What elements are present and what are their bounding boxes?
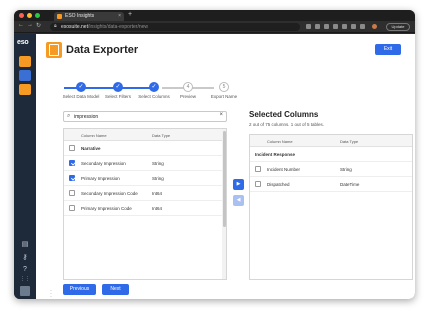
step-2-marker[interactable]: ✓	[113, 82, 123, 92]
column-name-header: Column Name	[267, 139, 293, 144]
book-icon[interactable]: ▤	[20, 240, 30, 248]
group-label: Narrative	[81, 146, 101, 151]
new-tab-icon[interactable]: +	[128, 11, 132, 18]
extension-icon[interactable]	[342, 24, 347, 29]
extension-icon[interactable]	[333, 24, 338, 29]
column-name: Secondary Impression	[81, 161, 126, 166]
step-1-label: Select Data Model	[62, 94, 100, 99]
key-icon[interactable]: ⚷	[20, 253, 30, 261]
browser-window: ESO Insights × + ← → ↻ 🔒︎ esosuite.net/i…	[14, 10, 415, 299]
row-checkbox[interactable]	[69, 175, 75, 181]
group-label: Incident Response	[255, 152, 296, 157]
table-row[interactable]: Secondary Impression String	[64, 156, 222, 171]
group-row-incident-response: Incident Response	[250, 147, 412, 162]
favicon-icon	[57, 14, 62, 19]
tab-close-icon[interactable]: ×	[118, 13, 121, 19]
tab-title: ESO Insights	[65, 13, 95, 19]
grid-icon[interactable]: ⋮⋮	[20, 276, 30, 282]
scrollbar[interactable]	[222, 129, 226, 279]
close-window-icon[interactable]	[19, 13, 24, 18]
table-row[interactable]: Incident Number String	[250, 162, 412, 177]
clear-search-icon[interactable]: ×	[219, 112, 223, 118]
column-name: Primary Impression	[81, 176, 120, 181]
remove-columns-button[interactable]: ◀	[233, 195, 244, 206]
update-button[interactable]: Update	[386, 23, 410, 31]
available-list-header: Column Name Data Type	[64, 129, 222, 141]
row-checkbox[interactable]	[69, 190, 75, 196]
selected-columns-summary: 2 out of 75 columns. 1 out of 5 tables.	[249, 122, 325, 127]
scrollbar-thumb[interactable]	[223, 131, 226, 227]
exit-button[interactable]: Exit	[375, 44, 401, 55]
extension-icon[interactable]	[306, 24, 311, 29]
data-type: DateTime	[340, 182, 360, 187]
app-sidebar: eso ▤ ⚷ ? ⋮⋮	[14, 34, 36, 299]
page-title: Data Exporter	[66, 44, 139, 56]
minimize-window-icon[interactable]	[27, 13, 32, 18]
column-name: Primary Impression Code	[81, 206, 132, 211]
selected-columns-title: Selected Columns	[249, 110, 319, 119]
extension-icon[interactable]	[324, 24, 329, 29]
step-5-label: Export Name	[210, 94, 238, 99]
column-name-header: Column Name	[81, 133, 107, 138]
data-exporter-icon	[46, 42, 62, 58]
add-columns-button[interactable]: ▶	[233, 179, 244, 190]
profile-avatar[interactable]	[372, 24, 377, 29]
data-type: String	[340, 167, 352, 172]
shield-icon[interactable]	[19, 56, 31, 67]
selected-columns-list: Column Name Data Type Incident Response …	[249, 134, 413, 280]
tab-bar: ESO Insights × +	[14, 10, 415, 21]
step-1-marker[interactable]: ✓	[76, 82, 86, 92]
available-columns-list: Column Name Data Type Narrative Secondar…	[63, 128, 227, 280]
help-icon[interactable]: ?	[20, 266, 30, 273]
group-row-narrative[interactable]: Narrative	[64, 141, 222, 156]
data-type: Int64	[152, 191, 163, 196]
table-icon[interactable]	[19, 84, 31, 95]
step-3-marker[interactable]: ✓	[149, 82, 159, 92]
data-type: String	[152, 161, 164, 166]
step-5-marker[interactable]: 5	[219, 82, 229, 92]
main-content: Data Exporter Exit ✓ Select Data Model ✓…	[36, 34, 415, 299]
group-checkbox[interactable]	[69, 145, 75, 151]
row-checkbox[interactable]	[69, 205, 75, 211]
zoom-window-icon[interactable]	[35, 13, 40, 18]
table-row[interactable]: Primary Impression String	[64, 171, 222, 186]
table-row[interactable]: Primary Impression Code Int64	[64, 201, 222, 216]
row-checkbox[interactable]	[69, 160, 75, 166]
data-type-header: Data Type	[340, 139, 359, 144]
selected-list-header: Column Name Data Type	[250, 135, 412, 147]
step-4-label: Preview	[179, 94, 196, 99]
back-icon[interactable]: ←	[18, 22, 24, 28]
row-checkbox[interactable]	[255, 166, 261, 172]
next-button[interactable]: Next	[102, 284, 129, 295]
search-input[interactable]	[74, 113, 214, 121]
chart-icon[interactable]	[19, 70, 31, 81]
table-row[interactable]: Secondary Impression Code Int64	[64, 186, 222, 201]
data-type-header: Data Type	[152, 133, 171, 138]
forward-icon[interactable]: →	[27, 22, 33, 28]
address-bar: ← → ↻ 🔒︎ esosuite.net/insights/data-expo…	[14, 21, 415, 33]
url-field[interactable]: 🔒︎ esosuite.net/insights/data-exporter/n…	[50, 23, 300, 31]
column-name: Incident Number	[267, 167, 301, 172]
extension-icon[interactable]	[351, 24, 356, 29]
lock-icon: 🔒︎	[54, 23, 57, 29]
search-icon: ⌕	[67, 113, 71, 119]
eso-logo: eso	[17, 39, 29, 46]
extension-icon[interactable]	[360, 24, 365, 29]
previous-button[interactable]: Previous	[63, 284, 96, 295]
data-type: String	[152, 176, 164, 181]
avatar[interactable]	[20, 286, 30, 296]
data-type: Int64	[152, 206, 163, 211]
step-4-marker[interactable]: 4	[183, 82, 193, 92]
url-text: esosuite.net/insights/data-exporter/new	[61, 24, 149, 30]
browser-tab[interactable]: ESO Insights ×	[54, 12, 124, 21]
column-name: Secondary Impression Code	[81, 191, 138, 196]
extension-icon[interactable]	[315, 24, 320, 29]
column-name: Dispatched	[267, 182, 290, 187]
table-row[interactable]: Dispatched DateTime	[250, 177, 412, 192]
drag-handle-icon[interactable]: · · ·	[50, 288, 52, 299]
reload-icon[interactable]: ↻	[36, 22, 41, 29]
column-search[interactable]: ⌕ ×	[63, 111, 227, 122]
step-2-label: Select Filters	[104, 94, 131, 99]
row-checkbox[interactable]	[255, 181, 261, 187]
